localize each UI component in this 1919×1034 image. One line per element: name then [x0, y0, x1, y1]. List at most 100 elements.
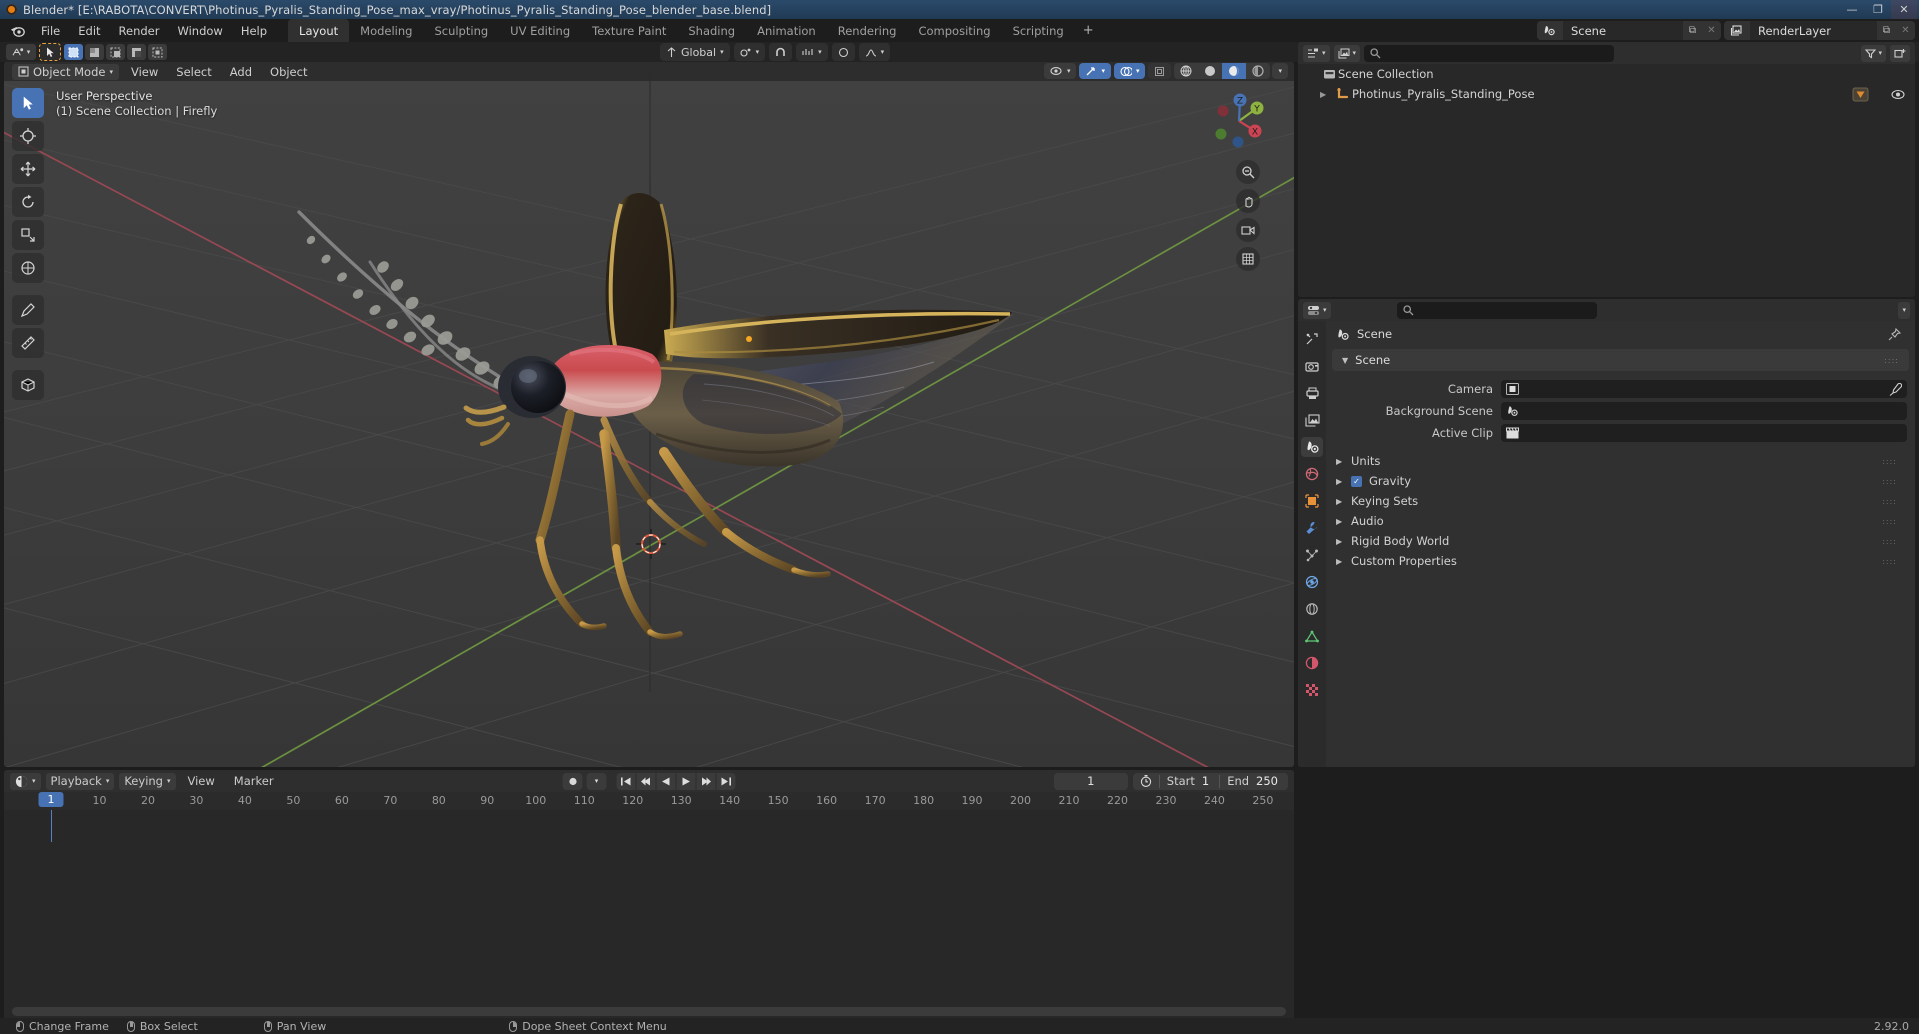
- properties-tab-material[interactable]: [1301, 653, 1323, 673]
- move-tool[interactable]: [12, 154, 44, 184]
- outliner-search-field[interactable]: [1364, 44, 1615, 62]
- sync-icon[interactable]: ▾: [586, 772, 607, 790]
- mode-dropdown[interactable]: Object Mode ▾: [12, 63, 119, 80]
- frame-range-field[interactable]: Start 1 End 250: [1132, 772, 1288, 790]
- viewport-menu-view[interactable]: View: [125, 65, 164, 79]
- shading-options-chevron-icon[interactable]: ▾: [1272, 63, 1288, 79]
- snap-increment-icon[interactable]: ▾: [796, 43, 828, 61]
- tab-layout[interactable]: Layout: [288, 19, 350, 42]
- prev-keyframe-icon[interactable]: [636, 772, 656, 790]
- shading-rendered-icon[interactable]: [1246, 63, 1271, 79]
- current-frame-field[interactable]: 1: [1053, 772, 1128, 790]
- panel-drag-handle[interactable]: ::::: [1882, 477, 1897, 486]
- xray-icon[interactable]: [1148, 63, 1172, 79]
- active-clip-input[interactable]: [1501, 424, 1907, 442]
- outliner-row-object[interactable]: ▶ Photinus_Pyralis_Standing_Pose: [1298, 84, 1915, 104]
- section-audio[interactable]: ▶ Audio ::::: [1326, 511, 1915, 531]
- timeline-horizontal-scrollbar[interactable]: [12, 1007, 1286, 1016]
- panel-header-scene[interactable]: ▼ Scene ::::: [1332, 349, 1909, 371]
- end-frame-value[interactable]: 250: [1256, 774, 1288, 788]
- magnet-icon[interactable]: [769, 43, 793, 61]
- editor-type-icon[interactable]: ▾: [6, 44, 36, 60]
- timeline-menu-marker[interactable]: Marker: [227, 774, 281, 788]
- shading-wireframe-icon[interactable]: [1174, 63, 1199, 79]
- scale-tool[interactable]: [12, 220, 44, 250]
- measure-tool[interactable]: [12, 328, 44, 358]
- properties-search-field[interactable]: [1396, 301, 1597, 319]
- visibility-icon[interactable]: ▾: [1043, 63, 1077, 79]
- viewport-menu-add[interactable]: Add: [224, 65, 258, 79]
- unlink-scene-button[interactable]: ✕: [1701, 21, 1721, 40]
- new-viewlayer-button[interactable]: ⧉: [1877, 21, 1896, 40]
- transform-orientation-dropdown[interactable]: Global ▾: [660, 43, 730, 61]
- pin-icon[interactable]: [1888, 327, 1901, 341]
- visibility-eye-icon[interactable]: [1891, 89, 1905, 100]
- intersect-select-icon[interactable]: [148, 44, 167, 60]
- tab-rendering[interactable]: Rendering: [827, 19, 908, 42]
- proportional-edit-icon[interactable]: [831, 43, 855, 61]
- properties-editor-type-icon[interactable]: ▾: [1303, 301, 1331, 319]
- panel-drag-handle[interactable]: ::::: [1882, 517, 1897, 526]
- viewlayer-selector[interactable]: RenderLayer ⧉ ✕: [1723, 21, 1915, 40]
- close-button[interactable]: ✕: [1891, 0, 1917, 19]
- viewport-menu-object[interactable]: Object: [264, 65, 313, 79]
- minimize-button[interactable]: —: [1839, 0, 1865, 19]
- timeline-editor[interactable]: ▾ Playback ▾ Keying ▾ View Marker ▾ 1 St…: [4, 770, 1294, 1020]
- add-cube-tool[interactable]: [12, 370, 44, 400]
- maximize-button[interactable]: ❐: [1865, 0, 1891, 19]
- timeline-menu-playback[interactable]: Playback ▾: [45, 772, 115, 790]
- proportional-falloff-icon[interactable]: ▾: [858, 43, 891, 61]
- viewport-menu-select[interactable]: Select: [170, 65, 217, 79]
- blender-icon[interactable]: [6, 23, 28, 39]
- jump-start-icon[interactable]: [616, 772, 636, 790]
- panel-drag-handle[interactable]: ::::: [1884, 356, 1899, 365]
- tab-compositing[interactable]: Compositing: [907, 19, 1001, 42]
- gizmo-icon[interactable]: ▾: [1079, 63, 1111, 79]
- navigation-gizmo[interactable]: Y X Z: [1204, 86, 1274, 156]
- gravity-checkbox[interactable]: ✓: [1351, 475, 1362, 487]
- scene-name[interactable]: Scene: [1562, 21, 1683, 40]
- expand-triangle-icon[interactable]: ▶: [1320, 90, 1334, 99]
- panel-drag-handle[interactable]: ::::: [1882, 557, 1897, 566]
- properties-tab-view-layer[interactable]: [1301, 410, 1323, 430]
- new-scene-button[interactable]: ⧉: [1682, 21, 1702, 40]
- start-frame-value[interactable]: 1: [1202, 774, 1219, 788]
- properties-tab-constraints[interactable]: [1301, 599, 1323, 619]
- camera-view-icon[interactable]: [1236, 218, 1260, 242]
- menu-window[interactable]: Window: [168, 21, 231, 41]
- properties-tab-tool[interactable]: [1301, 329, 1323, 349]
- viewlayer-name[interactable]: RenderLayer: [1749, 21, 1877, 40]
- menu-file[interactable]: File: [32, 21, 69, 41]
- zoom-icon[interactable]: [1236, 160, 1260, 184]
- section-rigid-body-world[interactable]: ▶ Rigid Body World ::::: [1326, 531, 1915, 551]
- transform-tool[interactable]: [12, 253, 44, 283]
- properties-tab-render[interactable]: [1301, 356, 1323, 376]
- tab-scripting[interactable]: Scripting: [1002, 19, 1075, 42]
- properties-editor[interactable]: ▾ ▾ Scene ▼ Scene:::: Camera Background…: [1298, 299, 1915, 767]
- set-select-icon[interactable]: [64, 44, 83, 60]
- overlays-icon[interactable]: ▾: [1113, 63, 1146, 79]
- properties-tab-object[interactable]: [1301, 491, 1323, 511]
- properties-tab-physics[interactable]: [1301, 572, 1323, 592]
- timeline-menu-view[interactable]: View: [181, 774, 222, 788]
- outliner-display-mode-dropdown[interactable]: ▾: [1303, 44, 1330, 62]
- menu-help[interactable]: Help: [232, 21, 276, 41]
- outliner-filter-funnel-icon[interactable]: ▾: [1860, 44, 1887, 62]
- section-units[interactable]: ▶ Units ::::: [1326, 451, 1915, 471]
- section-keying-sets[interactable]: ▶ Keying Sets ::::: [1326, 491, 1915, 511]
- timeline-editor-type-icon[interactable]: ▾: [10, 772, 41, 790]
- tab-uv-editing[interactable]: UV Editing: [499, 19, 581, 42]
- record-icon[interactable]: [562, 772, 583, 790]
- properties-tab-scene[interactable]: [1301, 437, 1323, 457]
- tab-modeling[interactable]: Modeling: [349, 19, 423, 42]
- outliner-filter-view-dropdown[interactable]: ▾: [1333, 44, 1361, 62]
- section-custom-properties[interactable]: ▶ Custom Properties ::::: [1326, 551, 1915, 571]
- tab-texture-paint[interactable]: Texture Paint: [581, 19, 677, 42]
- firefly-model[interactable]: [4, 62, 1294, 767]
- section-gravity[interactable]: ▶ ✓ Gravity ::::: [1326, 471, 1915, 491]
- next-keyframe-icon[interactable]: [696, 772, 716, 790]
- remove-viewlayer-button[interactable]: ✕: [1896, 21, 1915, 40]
- camera-input[interactable]: [1501, 380, 1907, 398]
- play-icon[interactable]: [676, 772, 696, 790]
- jump-end-icon[interactable]: [716, 772, 736, 790]
